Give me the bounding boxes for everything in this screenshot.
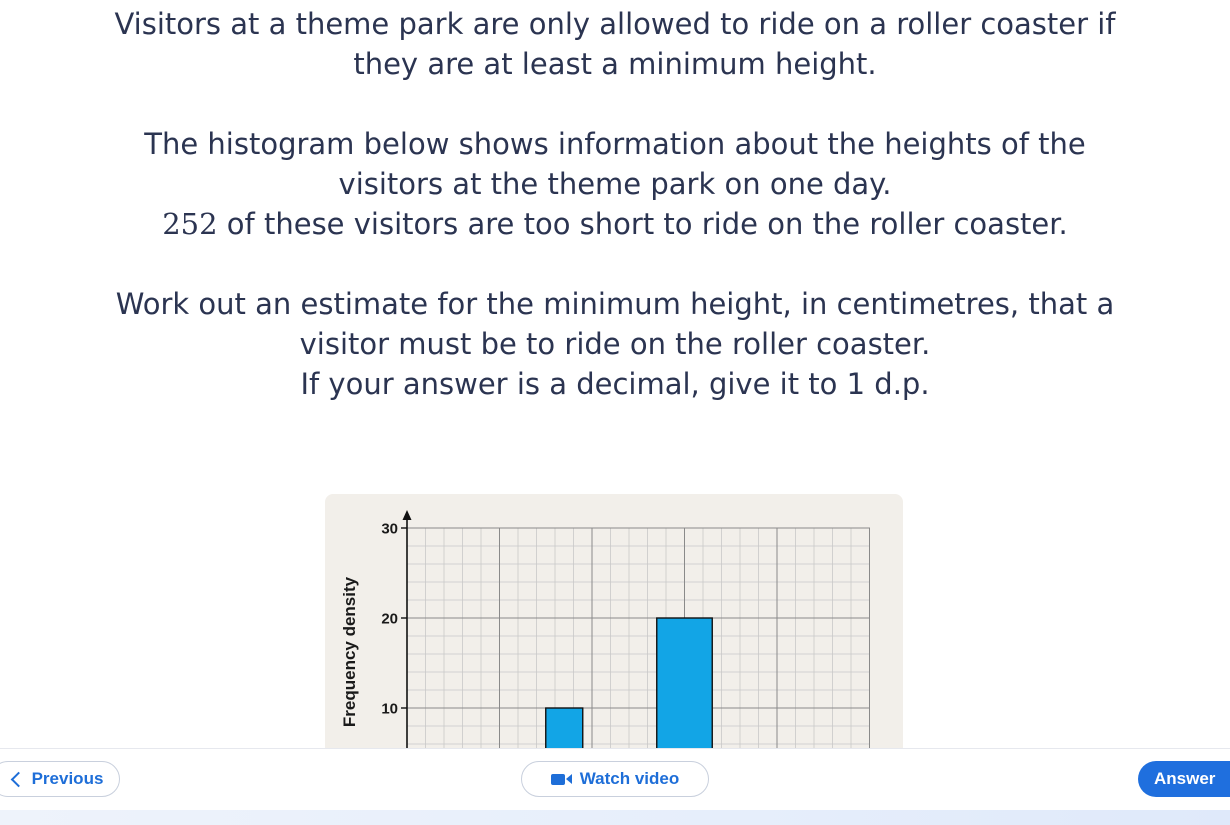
y-axis-arrow	[402, 510, 412, 520]
visitor-count: 252	[162, 207, 218, 241]
watch-video-label: Watch video	[579, 769, 680, 788]
question-line: Visitors at a theme park are only allowe…	[114, 7, 1116, 41]
histogram-chart: 10 20 30 Frequency density	[340, 510, 870, 754]
previous-label: Previous	[31, 769, 104, 788]
question-line: visitors at the theme park on one day.	[338, 167, 892, 201]
question-line: Work out an estimate for the minimum hei…	[115, 287, 1115, 321]
question-text: Visitors at a theme park are only allowe…	[0, 4, 1230, 404]
question-line: they are at least a minimum height.	[353, 47, 877, 81]
question-line: visitor must be to ride on the roller co…	[299, 327, 931, 361]
video-camera-icon	[550, 773, 572, 785]
y-tick-label: 30	[381, 521, 398, 538]
y-tick-label: 20	[381, 611, 398, 628]
question-line: 252 of these visitors are too short to r…	[0, 204, 1230, 244]
question-line-text: of these visitors are too short to ride …	[217, 207, 1068, 241]
chevron-left-icon	[10, 771, 26, 787]
histogram-figure: 10 20 30 Frequency density	[325, 494, 903, 754]
y-tick-label: 10	[381, 701, 398, 718]
watch-video-button[interactable]: Watch video	[521, 761, 709, 797]
answer-label: Answer	[1154, 769, 1216, 788]
histogram-bar	[656, 617, 713, 754]
bottom-strip	[0, 810, 1230, 825]
answer-button[interactable]: Answer	[1138, 761, 1230, 797]
previous-button[interactable]: Previous	[0, 761, 120, 797]
y-axis-label: Frequency density	[340, 576, 359, 727]
question-line: If your answer is a decimal, give it to …	[300, 367, 930, 401]
question-line: The histogram below shows information ab…	[144, 127, 1086, 161]
